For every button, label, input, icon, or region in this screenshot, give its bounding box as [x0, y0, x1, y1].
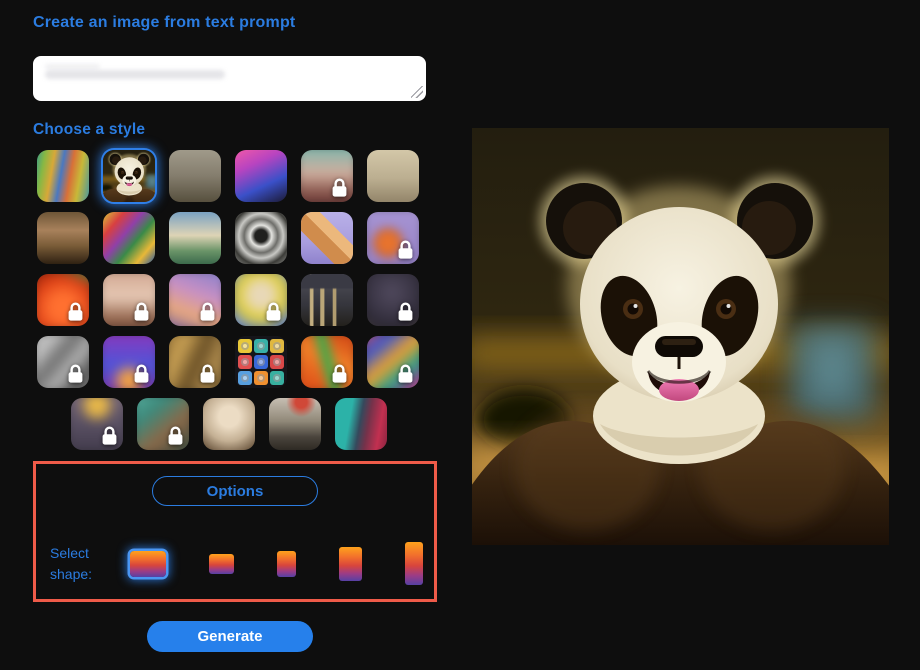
style-tile-rabbit-character[interactable]	[103, 336, 155, 388]
style-tile-misty-landscape[interactable]	[169, 150, 221, 202]
style-tile-teal-abstract[interactable]	[137, 398, 189, 450]
style-thumbnail-flower-still-life	[103, 212, 155, 264]
style-tile-metal-chaos[interactable]	[37, 336, 89, 388]
style-tile-isometric-laptop[interactable]	[301, 212, 353, 264]
style-tile-painter-with-beret[interactable]	[269, 398, 321, 450]
lock-icon	[396, 300, 415, 323]
style-row	[37, 212, 420, 264]
shape-option-landscape-wide[interactable]	[130, 551, 166, 577]
lock-icon	[396, 238, 415, 261]
style-row	[37, 150, 420, 202]
lock-icon	[330, 176, 349, 199]
style-row	[37, 336, 420, 388]
options-highlight-box: Options Select shape:	[33, 461, 437, 602]
shape-selector-label: Select shape:	[50, 543, 114, 585]
style-thumbnail-panda	[103, 150, 155, 202]
lock-icon	[66, 300, 85, 323]
style-thumbnail-renaissance-portrait	[37, 212, 89, 264]
style-tile-abstract-paint[interactable]	[37, 150, 89, 202]
style-thumbnail-icon-grid	[235, 336, 287, 388]
style-tile-cyberpunk-face[interactable]	[335, 398, 387, 450]
style-tile-ballerinas[interactable]	[169, 212, 221, 264]
style-tile-thermal-face[interactable]	[37, 274, 89, 326]
generate-button[interactable]: Generate	[147, 621, 313, 652]
lock-icon	[396, 362, 415, 385]
style-tile-crowned-queen[interactable]	[71, 398, 123, 450]
prompt-input-wrapper	[33, 56, 426, 101]
style-thumbnail-cyberpunk-face	[335, 398, 387, 450]
shape-option-portrait[interactable]	[339, 547, 362, 581]
style-tile-soft-portrait[interactable]	[103, 274, 155, 326]
style-thumbnail-abstract-paint	[37, 150, 89, 202]
style-row	[37, 398, 420, 450]
style-tile-cute-fox[interactable]	[367, 212, 419, 264]
lock-icon	[66, 362, 85, 385]
options-button[interactable]: Options	[152, 476, 318, 506]
style-tile-flower-still-life[interactable]	[103, 212, 155, 264]
style-tile-gold-texture[interactable]	[169, 336, 221, 388]
style-thumbnail-painter-with-beret	[269, 398, 321, 450]
page-title: Create an image from text prompt	[33, 14, 295, 32]
style-tile-dark-tree[interactable]	[367, 274, 419, 326]
style-tile-anime-girl[interactable]	[301, 150, 353, 202]
style-thumbnail-isometric-laptop	[301, 212, 353, 264]
style-tile-icon-grid[interactable]	[235, 336, 287, 388]
style-row	[37, 274, 420, 326]
generated-image-preview	[472, 128, 889, 545]
prompt-input[interactable]	[33, 56, 426, 101]
style-grid	[37, 150, 420, 450]
style-tile-pop-art-marilyn[interactable]	[235, 274, 287, 326]
style-thumbnail-modern-architecture	[301, 274, 353, 326]
lock-icon	[132, 300, 151, 323]
style-thumbnail-vintage-photo	[367, 150, 419, 202]
style-tile-spiral-cup[interactable]	[235, 212, 287, 264]
style-tile-soft-girl-portrait[interactable]	[203, 398, 255, 450]
style-thumbnail-soft-girl-portrait	[203, 398, 255, 450]
lock-icon	[166, 424, 185, 447]
lock-icon	[330, 362, 349, 385]
lock-icon	[264, 300, 283, 323]
lock-icon	[198, 300, 217, 323]
style-tile-green-dragon[interactable]	[301, 336, 353, 388]
style-thumbnail-neon-robot	[235, 150, 287, 202]
style-thumbnail-misty-landscape	[169, 150, 221, 202]
lock-icon	[198, 362, 217, 385]
lock-icon	[100, 424, 119, 447]
shape-option-portrait-tall[interactable]	[405, 542, 423, 585]
lock-icon	[132, 362, 151, 385]
shape-selector: Select shape:	[50, 542, 426, 585]
shape-options	[130, 542, 423, 585]
style-tile-renaissance-portrait[interactable]	[37, 212, 89, 264]
style-tile-pastel-sky[interactable]	[169, 274, 221, 326]
style-section-title: Choose a style	[33, 121, 145, 139]
style-tile-panda[interactable]	[103, 150, 155, 202]
style-tile-modern-architecture[interactable]	[301, 274, 353, 326]
style-tile-vintage-photo[interactable]	[367, 150, 419, 202]
style-tile-mosaic-face[interactable]	[367, 336, 419, 388]
shape-option-portrait-small[interactable]	[277, 551, 296, 577]
style-thumbnail-spiral-cup	[235, 212, 287, 264]
shape-option-landscape[interactable]	[209, 554, 234, 574]
style-thumbnail-ballerinas	[169, 212, 221, 264]
style-tile-neon-robot[interactable]	[235, 150, 287, 202]
